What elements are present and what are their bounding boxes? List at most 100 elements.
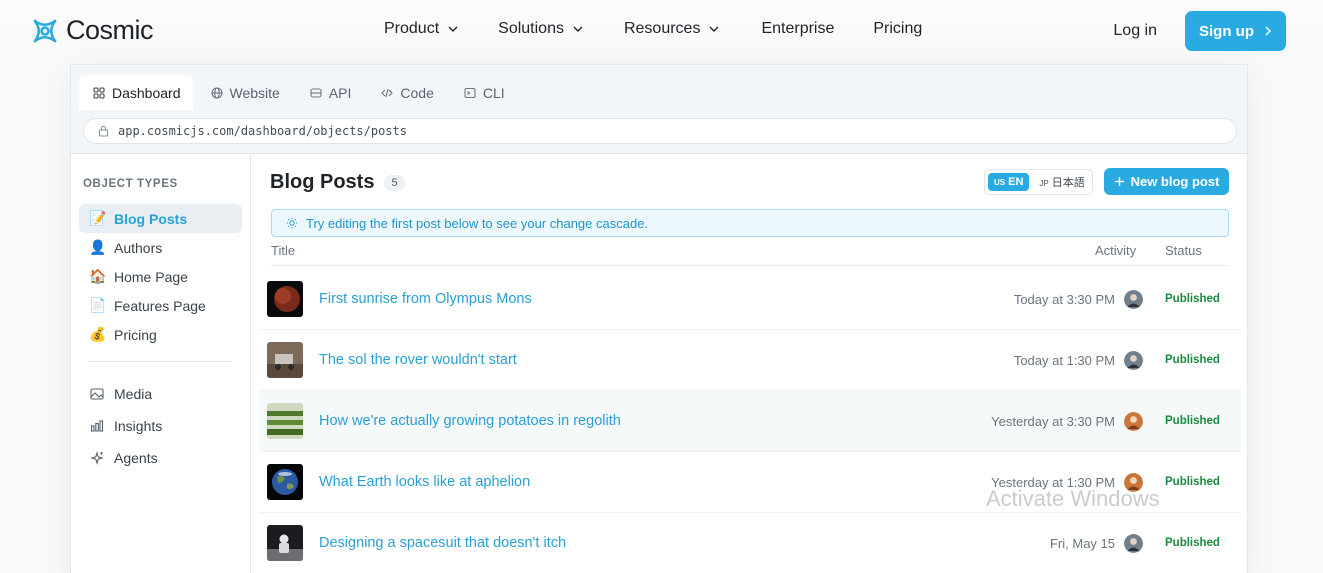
sidebar-item-label: Pricing (114, 326, 157, 343)
post-thumbnail (267, 281, 303, 317)
post-title-link[interactable]: What Earth looks like at aphelion (319, 474, 530, 490)
memo-icon: 📝 (89, 210, 107, 226)
chart-icon (90, 420, 104, 432)
sidebar-item-features-page[interactable]: 📄 Features Page (79, 291, 242, 320)
main-menu: Product Solutions Resources Enterprise P… (384, 20, 922, 38)
column-header-title: Title (271, 243, 296, 258)
nav-product[interactable]: Product (384, 20, 459, 38)
tab-code[interactable]: Code (367, 75, 445, 110)
column-header-status: Status (1165, 243, 1202, 258)
locale-en-option[interactable]: US EN (988, 173, 1030, 191)
table-row[interactable]: First sunrise from Olympus Mons Today at… (259, 269, 1241, 330)
lock-icon (98, 125, 109, 137)
locale-switcher: US EN JP 日本語 (984, 169, 1093, 195)
sidebar-item-agents[interactable]: Agents (79, 442, 242, 474)
login-link[interactable]: Log in (1113, 22, 1157, 40)
table-header-divider (271, 265, 1229, 266)
activity-time: Yesterday at 3:30 PM (991, 413, 1115, 429)
object-types-list: 📝 Blog Posts 👤 Authors 🏠 Home Page 📄 Fea… (79, 204, 242, 349)
status-badge: Published (1165, 293, 1220, 305)
house-icon: 🏠 (89, 268, 107, 284)
author-avatar (1124, 533, 1143, 553)
sidebar-divider (89, 361, 232, 362)
table-row[interactable]: The sol the rover wouldn't start Today a… (259, 330, 1241, 391)
grid-icon (93, 86, 105, 99)
post-title-link[interactable]: How we're actually growing potatoes in r… (319, 413, 621, 429)
new-blog-post-label: New blog post (1130, 174, 1220, 189)
sidebar-item-label: Authors (114, 239, 163, 256)
sidebar: OBJECT TYPES 📝 Blog Posts 👤 Authors 🏠 Ho… (71, 154, 251, 573)
status-badge: Published (1165, 415, 1220, 427)
auth-actions: Log in Sign up (1113, 11, 1286, 51)
locale-jp-option[interactable]: JP 日本語 (1035, 171, 1088, 193)
tab-code-label: Code (400, 84, 434, 101)
sidebar-item-label: Home Page (114, 268, 188, 285)
tab-cli-label: CLI (482, 84, 505, 101)
sidebar-item-home-page[interactable]: 🏠 Home Page (79, 262, 242, 291)
author-avatar (1124, 411, 1143, 431)
nav-pricing-label: Pricing (873, 20, 923, 37)
count-badge: 5 (384, 174, 405, 191)
post-thumbnail (267, 525, 303, 561)
preview-tabs: Dashboard Website API Code CLI (79, 75, 521, 110)
chevron-down-icon (573, 26, 583, 32)
signup-label: Sign up (1199, 22, 1254, 40)
status-badge: Published (1165, 354, 1220, 366)
terminal-icon (464, 87, 476, 98)
chevron-down-icon (448, 26, 458, 32)
jp-flag-code: JP (1039, 179, 1049, 188)
post-title-link[interactable]: Designing a spacesuit that doesn't itch (319, 535, 566, 551)
tab-website[interactable]: Website (197, 75, 292, 110)
sidebar-item-authors[interactable]: 👤 Authors (79, 233, 242, 262)
sidebar-item-media[interactable]: Media (79, 378, 242, 410)
image-icon (90, 388, 104, 400)
nav-solutions-label: Solutions (498, 20, 564, 37)
nav-pricing[interactable]: Pricing (873, 20, 922, 38)
plus-icon (1114, 177, 1124, 186)
chevron-down-icon (709, 26, 719, 32)
sidebar-item-insights[interactable]: Insights (79, 410, 242, 442)
tip-text: Try editing the first post below to see … (306, 215, 649, 231)
column-header-activity: Activity (1095, 243, 1137, 258)
url-text: app.cosmicjs.com/dashboard/objects/posts (118, 124, 407, 138)
post-title-link[interactable]: The sol the rover wouldn't start (319, 352, 517, 368)
signup-button[interactable]: Sign up (1185, 11, 1286, 51)
locale-en-label: EN (1008, 176, 1024, 188)
tab-api[interactable]: API (296, 75, 364, 110)
posts-table: First sunrise from Olympus Mons Today at… (259, 269, 1241, 573)
activity-time: Today at 3:30 PM (1013, 291, 1115, 307)
status-badge: Published (1165, 476, 1220, 488)
title-row: Blog Posts 5 (270, 171, 405, 194)
new-blog-post-button[interactable]: New blog post (1104, 168, 1229, 195)
page-title: Blog Posts (270, 171, 375, 193)
sidebar-item-label: Features Page (114, 297, 206, 314)
tab-cli[interactable]: CLI (450, 75, 517, 110)
sidebar-item-pricing[interactable]: 💰 Pricing (79, 320, 242, 349)
table-row[interactable]: Designing a spacesuit that doesn't itch … (259, 513, 1241, 573)
sidebar-item-blog-posts[interactable]: 📝 Blog Posts (79, 204, 242, 233)
activity-time: Today at 1:30 PM (1013, 352, 1115, 368)
address-bar[interactable]: app.cosmicjs.com/dashboard/objects/posts (83, 118, 1237, 144)
lightbulb-icon (286, 217, 298, 229)
nav-resources-label: Resources (623, 20, 701, 37)
nav-enterprise[interactable]: Enterprise (761, 20, 834, 38)
status-badge: Published (1165, 537, 1220, 549)
post-title-link[interactable]: First sunrise from Olympus Mons (319, 291, 532, 307)
table-row[interactable]: How we're actually growing potatoes in r… (259, 391, 1241, 452)
post-thumbnail (267, 342, 303, 378)
tab-api-label: API (328, 84, 352, 101)
cosmic-logo[interactable]: Cosmic (30, 15, 154, 46)
globe-icon (210, 86, 223, 99)
object-types-heading: OBJECT TYPES (83, 178, 178, 190)
tab-dashboard-label: Dashboard (112, 84, 181, 101)
locale-jp-label: 日本語 (1051, 177, 1085, 189)
activity-time: Fri, May 15 (1049, 535, 1115, 551)
person-icon: 👤 (89, 239, 107, 255)
database-icon (310, 87, 322, 98)
tip-banner: Try editing the first post below to see … (271, 209, 1229, 237)
tab-dashboard[interactable]: Dashboard (79, 75, 193, 110)
nav-resources[interactable]: Resources (624, 20, 720, 38)
cosmic-logo-icon (33, 19, 57, 42)
nav-solutions[interactable]: Solutions (498, 20, 584, 38)
code-icon (381, 88, 394, 97)
